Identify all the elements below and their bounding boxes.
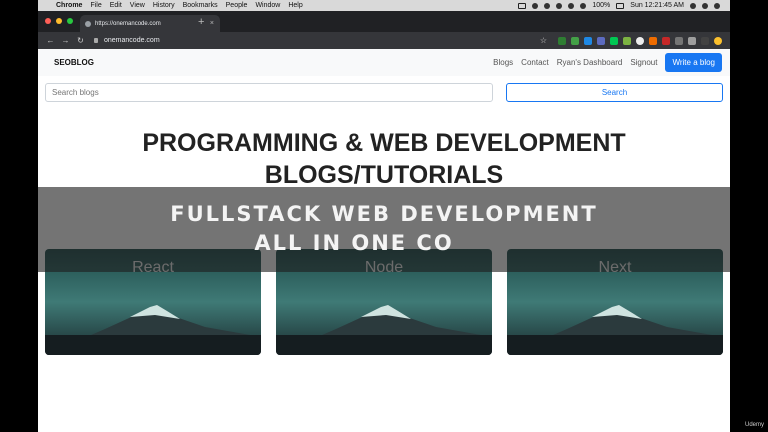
menu-chrome[interactable]: Chrome — [56, 2, 82, 9]
video-frame: Chrome File Edit View History Bookmarks … — [0, 0, 768, 432]
nav-link-signout[interactable]: Signout — [630, 58, 657, 67]
extension-icon[interactable] — [610, 36, 618, 45]
udemy-watermark: Udemy — [744, 422, 764, 428]
site-navbar: SEOBLOG Blogs Contact Ryan's Dashboard S… — [38, 49, 730, 76]
macos-menubar: Chrome File Edit View History Bookmarks … — [38, 0, 730, 11]
menu-view[interactable]: View — [130, 2, 145, 9]
notification-center-icon[interactable] — [714, 2, 720, 9]
browser-toolbar: ← → ↻ onemancode.com ☆ — [38, 32, 730, 49]
extension-icon[interactable] — [701, 36, 709, 45]
extension-icon[interactable] — [597, 36, 605, 45]
battery-icon[interactable] — [616, 2, 625, 9]
menu-file[interactable]: File — [90, 2, 101, 9]
new-tab-button[interactable]: + — [198, 16, 204, 28]
overlay-line-2: ALL IN ONE CO — [254, 231, 454, 255]
extension-icon[interactable] — [571, 36, 579, 45]
bluetooth-icon[interactable] — [556, 2, 563, 9]
globe-icon — [85, 20, 91, 27]
extension-icon[interactable] — [662, 36, 670, 45]
overlay-line-1: FULLSTACK WEB DEVELOPMENT — [170, 202, 598, 226]
extension-icon[interactable] — [688, 36, 696, 45]
menu-history[interactable]: History — [153, 2, 175, 9]
write-blog-button[interactable]: Write a blog — [665, 53, 722, 72]
profile-avatar[interactable] — [714, 36, 722, 45]
forward-arrow-icon[interactable]: → — [58, 36, 73, 45]
extension-icon[interactable] — [636, 36, 644, 45]
menubar-clock[interactable]: Sun 12:21:45 AM — [630, 2, 684, 9]
time-machine-icon[interactable] — [544, 2, 551, 9]
search-button[interactable]: Search — [506, 83, 723, 102]
lock-icon — [94, 38, 98, 43]
tab-title: https://onemancode.com — [95, 20, 161, 27]
course-title-overlay: FULLSTACK WEB DEVELOPMENT ALL IN ONE CO — [38, 187, 730, 272]
address-text: onemancode.com — [104, 37, 160, 44]
volume-icon[interactable] — [580, 2, 587, 9]
screen-record-icon[interactable] — [518, 2, 527, 9]
extension-icon[interactable] — [675, 36, 683, 45]
page-headline: PROGRAMMING & WEB DEVELOPMENT BLOGS/TUTO… — [38, 127, 730, 191]
spotlight-icon[interactable] — [690, 2, 696, 9]
extension-icon[interactable] — [623, 36, 631, 45]
nav-link-contact[interactable]: Contact — [521, 58, 549, 67]
headline-line-1: PROGRAMMING & WEB DEVELOPMENT — [142, 129, 626, 157]
extension-icon[interactable] — [649, 36, 657, 45]
address-bar[interactable]: onemancode.com — [94, 37, 160, 44]
window-controls — [45, 18, 73, 24]
site-nav-links: Blogs Contact Ryan's Dashboard Signout W… — [493, 53, 722, 72]
menubar-status: 100% Sun 12:21:45 AM — [518, 2, 720, 9]
search-input[interactable] — [45, 83, 493, 102]
extension-icon[interactable] — [558, 36, 566, 45]
battery-percent: 100% — [592, 2, 611, 9]
siri-icon[interactable] — [702, 2, 708, 9]
close-tab-icon[interactable]: × — [210, 20, 214, 27]
menu-window[interactable]: Window — [255, 2, 280, 9]
back-arrow-icon[interactable]: ← — [43, 36, 58, 45]
menu-edit[interactable]: Edit — [110, 2, 122, 9]
reload-icon[interactable]: ↻ — [73, 36, 88, 45]
site-brand[interactable]: SEOBLOG — [54, 58, 94, 67]
menu-people[interactable]: People — [226, 2, 248, 9]
nav-link-blogs[interactable]: Blogs — [493, 58, 513, 67]
menu-bookmarks[interactable]: Bookmarks — [183, 2, 218, 9]
extension-icon[interactable] — [584, 36, 592, 45]
extensions-bar: ☆ — [540, 36, 722, 45]
bookmark-star-icon[interactable]: ☆ — [540, 36, 547, 45]
menu-help[interactable]: Help — [288, 2, 302, 9]
close-window-button[interactable] — [45, 18, 51, 24]
minimize-window-button[interactable] — [56, 18, 62, 24]
cloud-icon[interactable] — [532, 2, 539, 9]
nav-link-dashboard[interactable]: Ryan's Dashboard — [557, 58, 623, 67]
browser-tabbar: https://onemancode.com × + — [38, 11, 730, 32]
wifi-icon[interactable] — [568, 2, 575, 9]
zoom-window-button[interactable] — [67, 18, 73, 24]
